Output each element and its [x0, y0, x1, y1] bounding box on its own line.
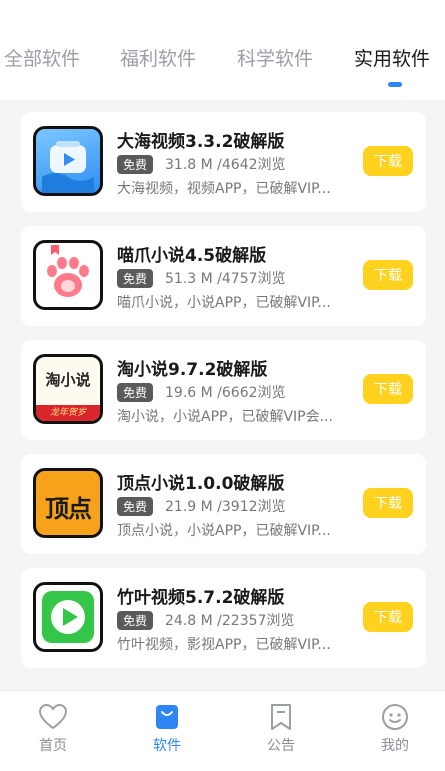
bottom-navigation: 首页 软件 公告 我的 [0, 690, 445, 771]
nav-software[interactable]: 软件 [132, 703, 202, 755]
download-button[interactable]: 下载 [363, 146, 413, 176]
nav-profile-label: 我的 [381, 738, 409, 754]
active-tab-indicator [388, 82, 402, 87]
app-meta: 免费 31.8 M /4642浏览 [117, 154, 286, 174]
app-title: 淘小说9.7.2破解版 [117, 360, 268, 380]
nav-profile[interactable]: 我的 [360, 703, 430, 755]
play-icon [42, 591, 94, 643]
app-description: 淘小说，小说APP，已破解VIP会... [117, 409, 333, 425]
app-card[interactable]: 淘小说 龙年贺岁 淘小说9.7.2破解版 免费 19.6 M /6662浏览 淘… [21, 340, 426, 440]
lunar-new-year-banner: 龙年贺岁 [36, 405, 100, 421]
app-card[interactable]: 顶点 顶点小说1.0.0破解版 免费 21.9 M /3912浏览 顶点小说，小… [21, 454, 426, 554]
smiley-icon [382, 704, 408, 730]
app-icon [33, 126, 103, 196]
app-stats: 31.8 M /4642浏览 [165, 157, 286, 173]
app-stats: 21.9 M /3912浏览 [165, 499, 286, 515]
app-description: 竹叶视频，影视APP，已破解VIP... [117, 637, 331, 653]
app-meta: 免费 21.9 M /3912浏览 [117, 496, 286, 516]
category-tabs: 全部软件 福利软件 科学软件 实用软件 [0, 40, 445, 80]
app-title: 大海视频3.3.2破解版 [117, 132, 285, 152]
download-button[interactable]: 下载 [363, 602, 413, 632]
download-button[interactable]: 下载 [363, 260, 413, 290]
paw-icon [47, 245, 89, 297]
app-description: 喵爪小说，小说APP，已破解VIP... [117, 295, 331, 311]
shopping-bag-icon [156, 705, 178, 729]
app-meta: 免费 19.6 M /6662浏览 [117, 382, 286, 402]
app-title: 顶点小说1.0.0破解版 [117, 474, 285, 494]
heart-icon [38, 703, 68, 730]
app-stats: 24.8 M /22357浏览 [165, 613, 295, 629]
taoxiaoshuo-logo: 淘小说 [45, 371, 91, 389]
download-button[interactable]: 下载 [363, 374, 413, 404]
app-title: 喵爪小说4.5破解版 [117, 246, 267, 266]
top-tab-bar: 全部软件 福利软件 科学软件 实用软件 [0, 0, 445, 100]
nav-home-label: 首页 [39, 738, 67, 754]
free-badge: 免费 [117, 154, 154, 174]
nav-home[interactable]: 首页 [18, 703, 88, 755]
nav-announcements[interactable]: 公告 [246, 703, 316, 755]
app-icon: 淘小说 龙年贺岁 [33, 354, 103, 424]
app-title: 竹叶视频5.7.2破解版 [117, 588, 285, 608]
app-meta: 免费 51.3 M /4757浏览 [117, 268, 286, 288]
tab-science-software[interactable]: 科学软件 [237, 44, 313, 71]
nav-announcements-label: 公告 [267, 738, 295, 754]
app-icon [33, 240, 103, 310]
play-icon [42, 141, 94, 193]
app-description: 顶点小说，小说APP，已破解VIP... [117, 523, 331, 539]
free-badge: 免费 [117, 496, 154, 516]
app-card[interactable]: 大海视频3.3.2破解版 免费 31.8 M /4642浏览 大海视频，视频AP… [21, 112, 426, 212]
free-badge: 免费 [117, 268, 154, 288]
free-badge: 免费 [117, 610, 154, 630]
app-icon [33, 582, 103, 652]
download-button[interactable]: 下载 [363, 488, 413, 518]
free-badge: 免费 [117, 382, 154, 402]
app-stats: 51.3 M /4757浏览 [165, 271, 286, 287]
app-meta: 免费 24.8 M /22357浏览 [117, 610, 294, 630]
tab-all-software[interactable]: 全部软件 [4, 44, 80, 71]
bookmark-icon [271, 704, 291, 730]
app-description: 大海视频，视频APP，已破解VIP... [117, 181, 331, 197]
nav-software-label: 软件 [153, 738, 181, 754]
app-card[interactable]: 竹叶视频5.7.2破解版 免费 24.8 M /22357浏览 竹叶视频，影视A… [21, 568, 426, 668]
dingdian-logo: 顶点 [45, 495, 92, 523]
tab-welfare-software[interactable]: 福利软件 [120, 44, 196, 71]
app-card[interactable]: 喵爪小说4.5破解版 免费 51.3 M /4757浏览 喵爪小说，小说APP，… [21, 226, 426, 326]
app-stats: 19.6 M /6662浏览 [165, 385, 286, 401]
app-icon: 顶点 [33, 468, 103, 538]
tab-utility-software[interactable]: 实用软件 [354, 44, 430, 71]
